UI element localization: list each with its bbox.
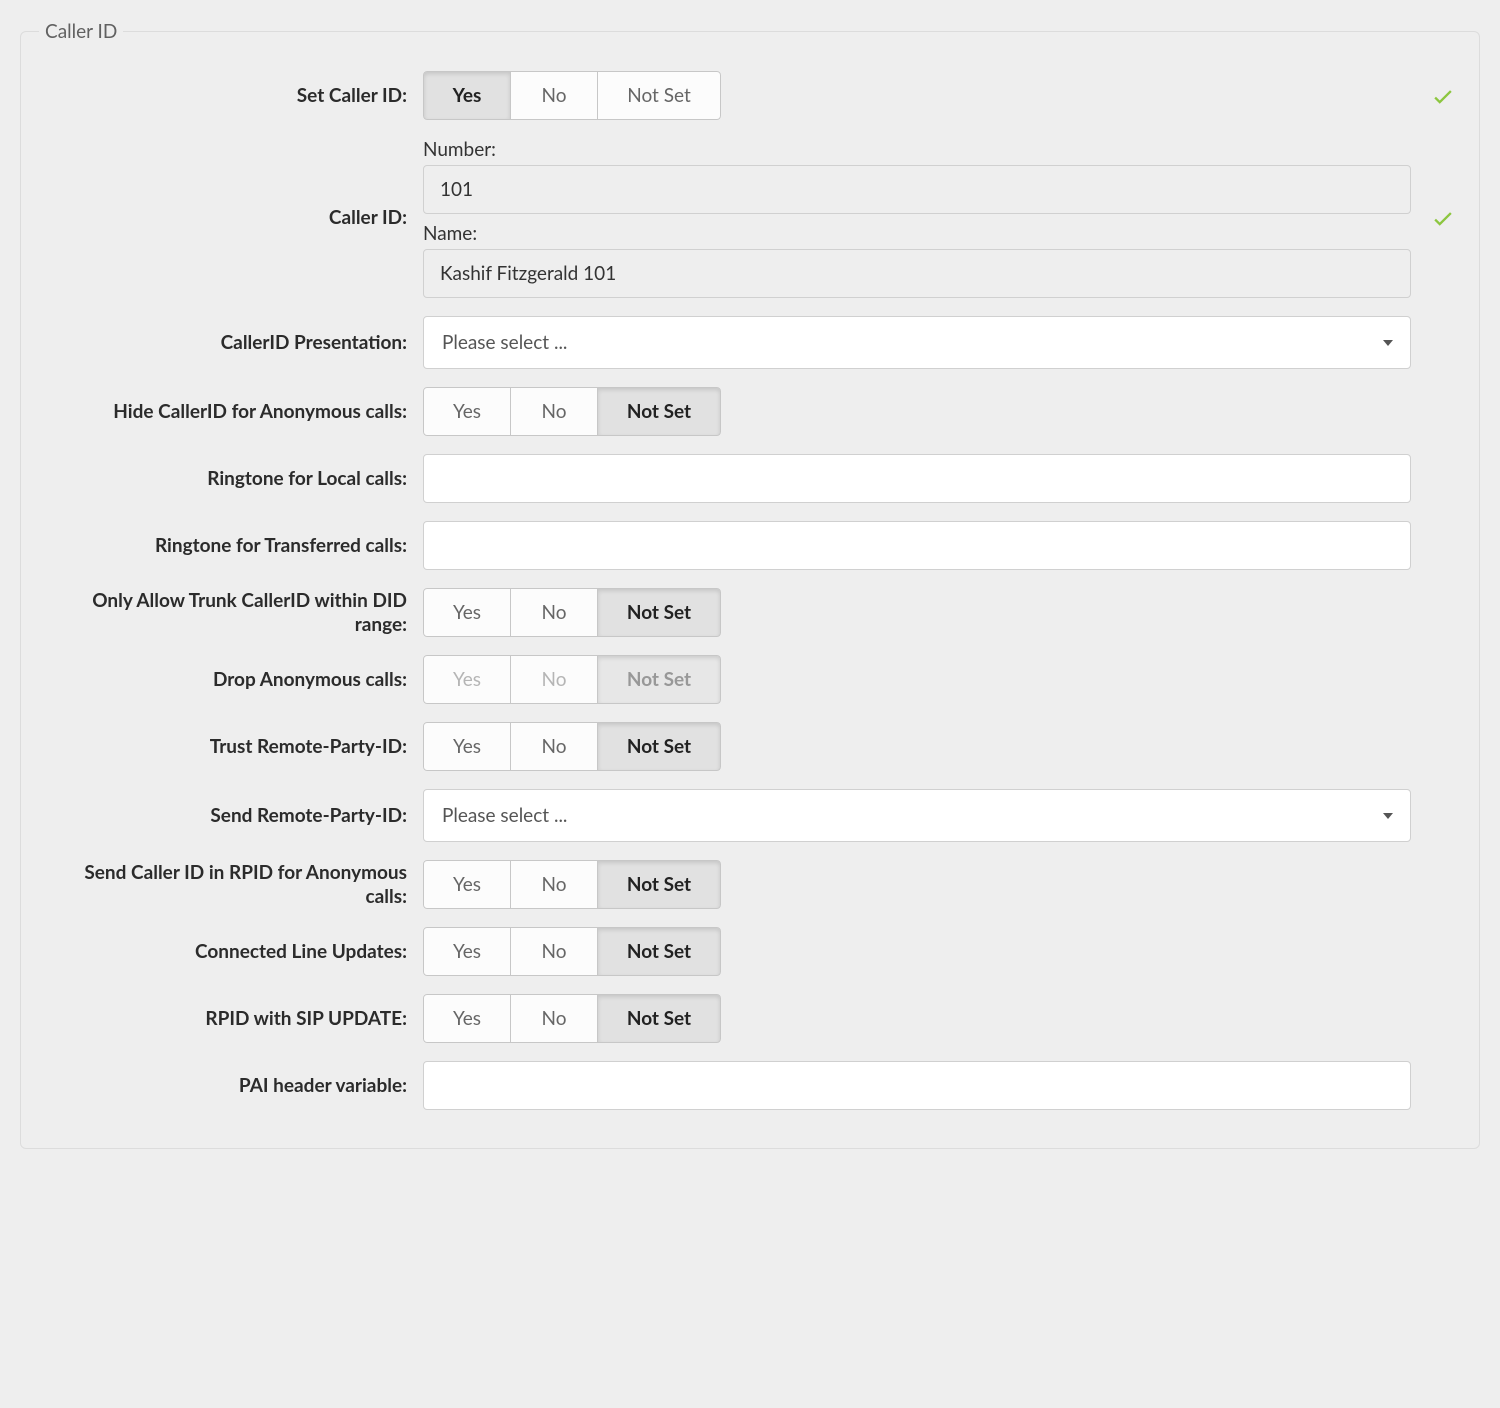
select-send-rpid[interactable]: Please select ... [423, 789, 1411, 842]
toggle-set-caller-id: Yes No Not Set [423, 71, 721, 120]
toggle-no[interactable]: No [510, 71, 598, 120]
label-presentation: CallerID Presentation: [39, 331, 409, 355]
toggle-rpid-update: Yes No Not Set [423, 994, 721, 1043]
label-rpid-update: RPID with SIP UPDATE: [39, 1007, 409, 1031]
label-trunk-did: Only Allow Trunk CallerID within DID ran… [39, 589, 409, 637]
control-drop-anon: Yes No Not Set [423, 655, 1411, 704]
label-trust-rpid: Trust Remote-Party-ID: [39, 735, 409, 759]
control-connected-line: Yes No Not Set [423, 927, 1411, 976]
label-ringtone-transferred: Ringtone for Transferred calls: [39, 534, 409, 558]
label-pai-header: PAI header variable: [39, 1074, 409, 1098]
label-hide-anon: Hide CallerID for Anonymous calls: [39, 400, 409, 424]
toggle-notset[interactable]: Not Set [597, 387, 721, 436]
label-send-rpid: Send Remote-Party-ID: [39, 804, 409, 828]
status-ok-caller-id [1425, 138, 1461, 298]
row-ringtone-transferred: Ringtone for Transferred calls: [39, 521, 1461, 570]
control-caller-id: Number: Name: [423, 138, 1411, 298]
control-trust-rpid: Yes No Not Set [423, 722, 1411, 771]
row-set-caller-id: Set Caller ID: Yes No Not Set [39, 71, 1461, 120]
caller-id-name-input[interactable] [423, 249, 1411, 298]
control-ringtone-transferred [423, 521, 1411, 570]
control-presentation: Please select ... [423, 316, 1411, 369]
toggle-yes[interactable]: Yes [423, 71, 511, 120]
control-pai-header [423, 1061, 1411, 1110]
row-trunk-did: Only Allow Trunk CallerID within DID ran… [39, 588, 1461, 637]
label-caller-id: Caller ID: [39, 206, 409, 230]
toggle-notset[interactable]: Not Set [597, 860, 721, 909]
row-ringtone-local: Ringtone for Local calls: [39, 454, 1461, 503]
label-drop-anon: Drop Anonymous calls: [39, 668, 409, 692]
row-connected-line: Connected Line Updates: Yes No Not Set [39, 927, 1461, 976]
row-pai-header: PAI header variable: [39, 1061, 1461, 1110]
row-rpid-anon: Send Caller ID in RPID for Anonymous cal… [39, 860, 1461, 909]
row-trust-rpid: Trust Remote-Party-ID: Yes No Not Set [39, 722, 1461, 771]
row-drop-anon: Drop Anonymous calls: Yes No Not Set [39, 655, 1461, 704]
toggle-yes[interactable]: Yes [423, 387, 511, 436]
control-rpid-update: Yes No Not Set [423, 994, 1411, 1043]
toggle-notset[interactable]: Not Set [597, 927, 721, 976]
sublabel-name: Name: [423, 222, 1411, 245]
row-caller-id: Caller ID: Number: Name: [39, 138, 1461, 298]
toggle-no[interactable]: No [510, 927, 598, 976]
select-presentation-wrapper: Please select ... [423, 316, 1411, 369]
control-hide-anon: Yes No Not Set [423, 387, 1411, 436]
toggle-no[interactable]: No [510, 722, 598, 771]
row-presentation: CallerID Presentation: Please select ... [39, 316, 1461, 369]
toggle-no[interactable]: No [510, 994, 598, 1043]
toggle-hide-anon: Yes No Not Set [423, 387, 721, 436]
toggle-rpid-anon: Yes No Not Set [423, 860, 721, 909]
toggle-trust-rpid: Yes No Not Set [423, 722, 721, 771]
row-rpid-update: RPID with SIP UPDATE: Yes No Not Set [39, 994, 1461, 1043]
toggle-notset[interactable]: Not Set [597, 71, 721, 120]
label-set-caller-id: Set Caller ID: [39, 84, 409, 108]
toggle-yes: Yes [423, 655, 511, 704]
ringtone-local-input[interactable] [423, 454, 1411, 503]
control-trunk-did: Yes No Not Set [423, 588, 1411, 637]
toggle-yes[interactable]: Yes [423, 588, 511, 637]
section-legend: Caller ID [39, 20, 123, 43]
row-hide-anon: Hide CallerID for Anonymous calls: Yes N… [39, 387, 1461, 436]
toggle-no[interactable]: No [510, 860, 598, 909]
label-rpid-anon: Send Caller ID in RPID for Anonymous cal… [39, 861, 409, 909]
toggle-no: No [510, 655, 598, 704]
control-ringtone-local [423, 454, 1411, 503]
check-icon [1430, 83, 1456, 109]
toggle-notset[interactable]: Not Set [597, 994, 721, 1043]
toggle-yes[interactable]: Yes [423, 927, 511, 976]
toggle-drop-anon: Yes No Not Set [423, 655, 721, 704]
select-presentation[interactable]: Please select ... [423, 316, 1411, 369]
toggle-yes[interactable]: Yes [423, 722, 511, 771]
toggle-notset[interactable]: Not Set [597, 722, 721, 771]
caller-id-number-input[interactable] [423, 165, 1411, 214]
toggle-connected-line: Yes No Not Set [423, 927, 721, 976]
ringtone-transferred-input[interactable] [423, 521, 1411, 570]
label-ringtone-local: Ringtone for Local calls: [39, 467, 409, 491]
control-send-rpid: Please select ... [423, 789, 1411, 842]
pai-header-input[interactable] [423, 1061, 1411, 1110]
select-send-rpid-wrapper: Please select ... [423, 789, 1411, 842]
toggle-notset[interactable]: Not Set [597, 588, 721, 637]
sublabel-number: Number: [423, 138, 1411, 161]
caller-id-section: Caller ID Set Caller ID: Yes No Not Set … [20, 20, 1480, 1149]
toggle-notset: Not Set [597, 655, 721, 704]
row-send-rpid: Send Remote-Party-ID: Please select ... [39, 789, 1461, 842]
toggle-yes[interactable]: Yes [423, 994, 511, 1043]
toggle-no[interactable]: No [510, 387, 598, 436]
status-ok-set-caller-id [1425, 83, 1461, 109]
control-set-caller-id: Yes No Not Set [423, 71, 1411, 120]
toggle-no[interactable]: No [510, 588, 598, 637]
control-rpid-anon: Yes No Not Set [423, 860, 1411, 909]
toggle-trunk-did: Yes No Not Set [423, 588, 721, 637]
check-icon [1430, 205, 1456, 231]
toggle-yes[interactable]: Yes [423, 860, 511, 909]
label-connected-line: Connected Line Updates: [39, 940, 409, 964]
